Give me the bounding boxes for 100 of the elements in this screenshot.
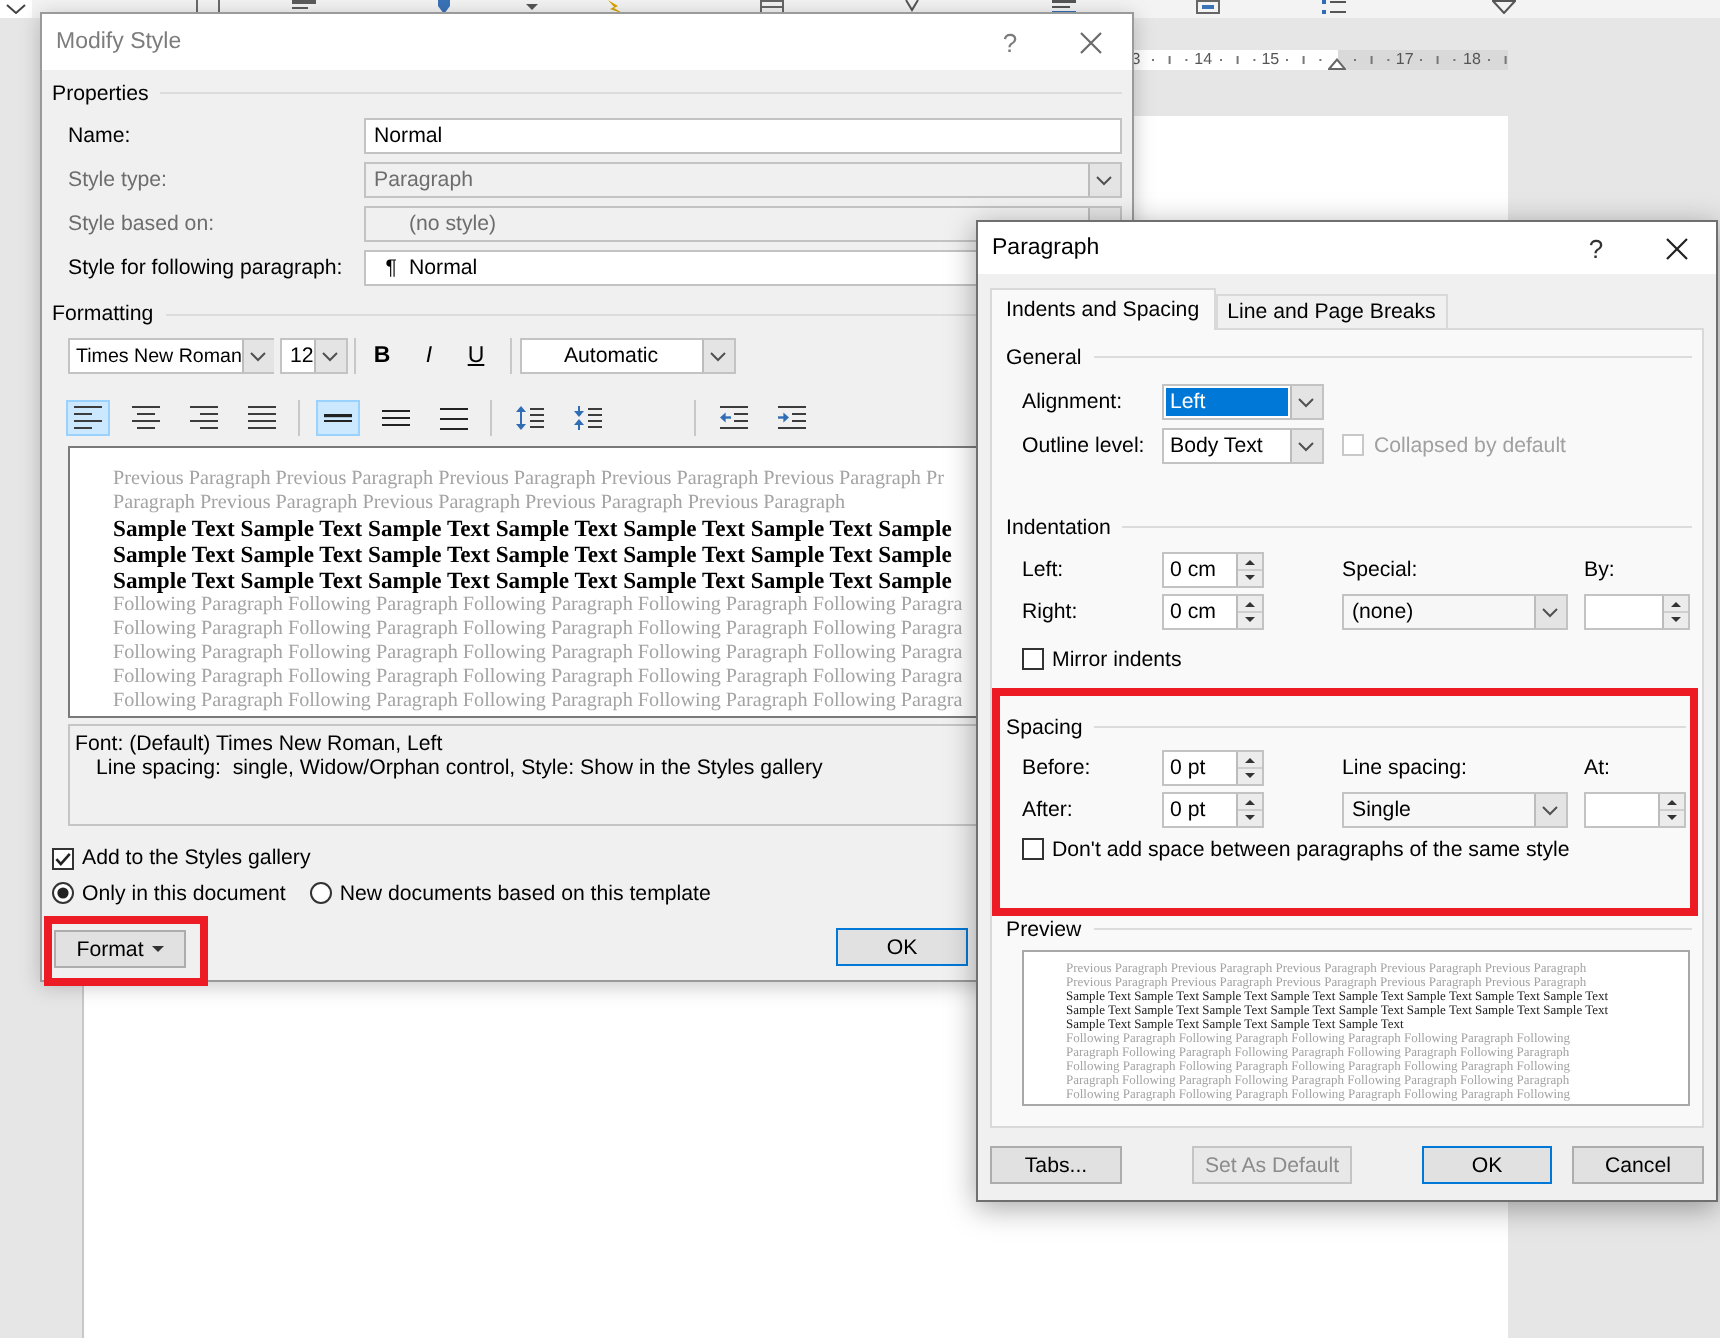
bold-button[interactable]: B — [362, 338, 402, 374]
chevron-down-icon[interactable] — [701, 340, 733, 372]
align-center-icon — [132, 406, 160, 430]
single-spacing-icon — [324, 413, 352, 423]
preview-text: Following Paragraph Following Paragraph Following Paragraph Following Paragraph Following Paragra — [113, 594, 963, 618]
chevron-down-icon[interactable] — [1534, 793, 1566, 825]
radio-label: New documents based on this template — [339, 881, 711, 905]
font-color-dropdown[interactable]: Automatic — [519, 338, 735, 374]
ruler-number: 15 — [1261, 50, 1280, 70]
spin-box[interactable]: 0 cm — [1162, 593, 1264, 629]
cancel-button[interactable]: Cancel — [1572, 1146, 1704, 1184]
radio-button[interactable] — [52, 882, 74, 904]
checkbox[interactable] — [1022, 838, 1044, 860]
ruler-number: 14 — [1194, 50, 1213, 70]
ribbon-icon[interactable] — [1322, 0, 1346, 14]
preview-text: Following Paragraph Following Paragraph Following Paragraph Following Paragraph Following Paragra — [113, 618, 963, 642]
chevron-down-icon — [6, 4, 26, 14]
field-label: Style based on: — [68, 211, 215, 235]
font-size-dropdown[interactable]: 12 — [280, 338, 348, 374]
help-button[interactable]: ? — [1587, 233, 1605, 263]
preview-text: Sample Text Sample Text Sample Text Sample Text Sample Text Sample Text Sample — [113, 516, 952, 542]
description-text: Font: (Default) Times New Roman, Left — [75, 732, 443, 756]
field-label: After: — [1022, 797, 1073, 821]
description-text: Line spacing: single, Widow/Orphan control, Style: Show in the Styles gallery — [96, 756, 823, 780]
ok-button[interactable]: OK — [836, 928, 968, 966]
chevron-down-icon[interactable] — [1534, 595, 1566, 627]
tab[interactable]: Line and Page Breaks — [1215, 294, 1448, 327]
up-down-arrows-icon[interactable] — [1236, 595, 1262, 627]
section-heading: Preview — [1006, 917, 1082, 941]
dialog-title: Modify Style — [56, 30, 182, 54]
spin-box[interactable]: 0 cm — [1162, 551, 1264, 587]
up-down-arrows-icon[interactable] — [1662, 595, 1688, 627]
ruler-number: 18 — [1463, 50, 1481, 70]
checkbox-label: Don't add space between paragraphs of the same style — [1052, 837, 1570, 861]
field-label: At: — [1584, 755, 1610, 779]
checkbox-label: Collapsed by default — [1374, 433, 1566, 457]
field-label: By: — [1584, 557, 1615, 581]
up-down-arrows-icon[interactable] — [1236, 553, 1262, 585]
up-down-arrows-icon[interactable] — [1658, 793, 1684, 825]
double-spacing-icon — [440, 407, 468, 429]
section-heading: General — [1006, 345, 1082, 369]
ribbon-icon[interactable] — [1196, 0, 1220, 14]
preview-text: Following Paragraph Following Paragraph Following Paragraph Following Paragraph Following Paragra — [113, 690, 963, 714]
field-label: Style for following paragraph: — [68, 255, 343, 279]
decrease-spacing-icon — [574, 406, 602, 430]
preview-text: Previous Paragraph Previous Paragraph Previous Paragraph Previous Paragraph Previous Paragraph Pr — [113, 468, 944, 492]
one-and-half-spacing-icon — [382, 410, 410, 426]
chevron-down-icon[interactable] — [1290, 429, 1322, 461]
underline-button[interactable]: U — [456, 338, 496, 374]
preview-text: Following Paragraph Following Paragraph Following Paragraph Following Paragraph Following Paragra — [113, 642, 963, 666]
pilcrow-icon: ¶ — [385, 255, 397, 279]
up-down-arrows-icon[interactable] — [1236, 793, 1262, 825]
indent-marker-icon[interactable] — [1328, 58, 1347, 70]
field-label: Before: — [1022, 755, 1091, 779]
help-button[interactable]: ? — [1001, 27, 1019, 57]
ruler-number: 17 — [1395, 50, 1414, 70]
close-icon[interactable] — [1665, 237, 1687, 259]
tab[interactable]: Indents and Spacing — [990, 287, 1216, 329]
field-label: Right: — [1022, 599, 1078, 623]
text-field[interactable]: Normal — [364, 117, 1122, 153]
field-label: Outline level: — [1022, 433, 1145, 457]
field-label: Name: — [68, 123, 131, 147]
align-justify-icon — [248, 406, 276, 430]
ok-button[interactable]: OK — [1422, 1146, 1552, 1184]
dropdown[interactable]: (none) — [1342, 593, 1568, 629]
increase-indent-icon — [777, 406, 805, 430]
checkbox-label: Mirror indents — [1052, 647, 1182, 671]
section-heading: Indentation — [1006, 515, 1111, 539]
chevron-down-icon[interactable] — [1290, 385, 1322, 417]
checkbox[interactable] — [52, 847, 74, 869]
caret-down-icon — [151, 946, 164, 952]
ribbon-toggle-button[interactable] — [0, 0, 32, 18]
section-heading: Formatting — [52, 302, 154, 326]
chevron-down-icon[interactable] — [314, 340, 346, 372]
align-left-button[interactable] — [66, 400, 110, 436]
radio-button[interactable] — [309, 882, 332, 904]
field-label: Style type: — [68, 167, 167, 191]
single-spacing-button[interactable] — [316, 400, 360, 436]
dropdown[interactable]: Body Text — [1162, 427, 1324, 463]
checkbox[interactable] — [1022, 648, 1044, 670]
decrease-indent-icon — [719, 406, 747, 430]
format-button[interactable]: Format — [54, 930, 186, 968]
dropdown[interactable]: Single — [1342, 791, 1568, 827]
align-left-icon — [74, 406, 102, 430]
field-label: Special: — [1342, 557, 1418, 581]
field-label: Left: — [1022, 557, 1064, 581]
spin-box[interactable]: 0 pt — [1162, 791, 1264, 827]
increase-spacing-icon — [516, 406, 544, 430]
italic-button[interactable]: I — [409, 338, 449, 374]
chevron-down-icon[interactable] — [241, 340, 274, 372]
checkbox-label: Add to the Styles gallery — [82, 846, 311, 870]
tabs-button[interactable]: Tabs... — [990, 1146, 1122, 1184]
section-heading: Spacing — [1006, 715, 1083, 739]
dropdown[interactable]: Left — [1162, 383, 1324, 419]
preview-text: Paragraph Previous Paragraph Previous Paragraph Previous Paragraph Previous Paragraph — [113, 492, 846, 516]
align-right-icon — [190, 406, 218, 430]
up-down-arrows-icon[interactable] — [1236, 751, 1262, 783]
ribbon-icon[interactable] — [1492, 0, 1516, 14]
spin-box[interactable]: 0 pt — [1162, 749, 1264, 785]
font-dropdown[interactable]: Times New Roman — [68, 338, 274, 374]
